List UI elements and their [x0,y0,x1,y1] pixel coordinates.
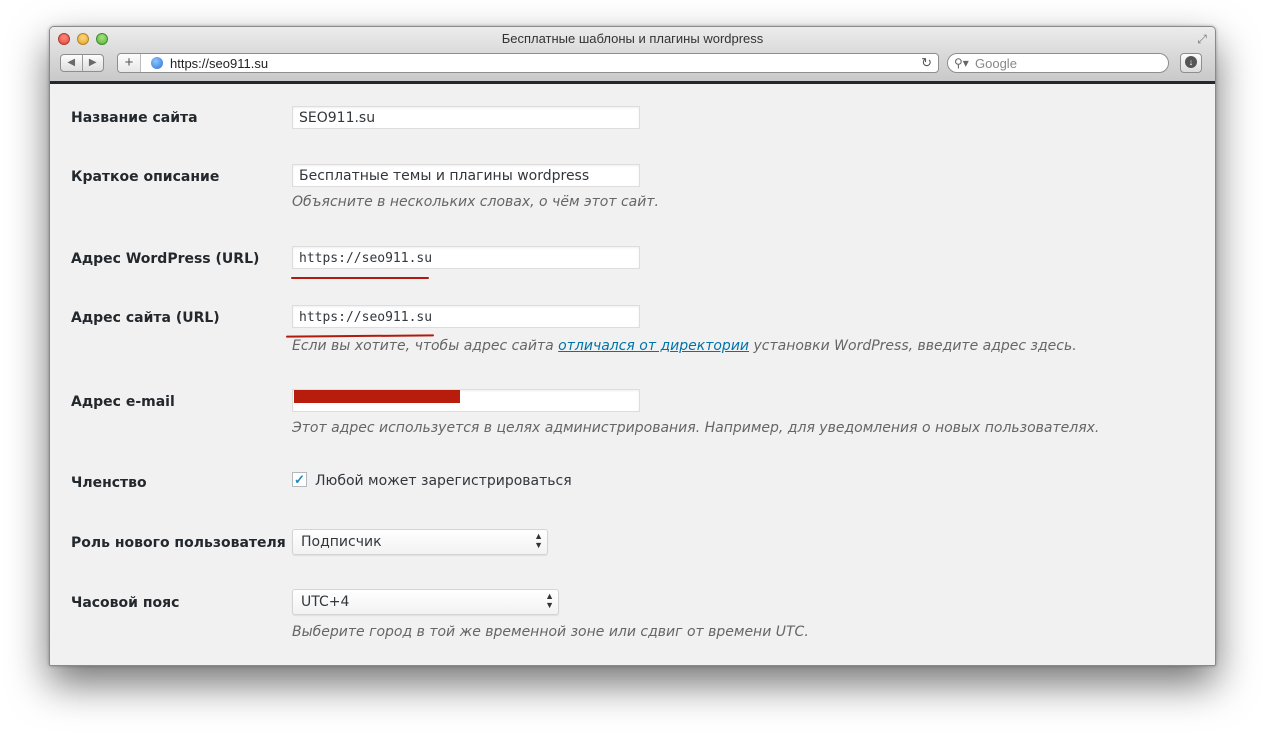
url-text[interactable]: https://seo911.su [170,55,268,72]
checkmark-icon: ✓ [294,472,305,487]
site-title-input[interactable]: SEO911.su [292,106,640,129]
email-label: Адрес e-mail [71,394,175,410]
tagline-value: Бесплатные темы и плагины wordpress [299,168,590,184]
settings-form: Название сайта SEO911.su Краткое описани… [50,84,1215,665]
wp-url-value: https://seo911.su [299,251,433,266]
site-url-description: Если вы хотите, чтобы адрес сайта отлича… [292,338,1077,354]
search-input[interactable]: ⚲▾ Google [947,53,1169,73]
timezone-value: UTC+4 [301,594,350,610]
browser-window: Бесплатные шаблоны и плагины wordpress ⤢… [49,26,1216,666]
membership-checkbox[interactable]: ✓ [292,472,307,487]
site-url-value: https://seo911.su [299,310,433,325]
search-icon: ⚲▾ [954,56,969,70]
tagline-input[interactable]: Бесплатные темы и плагины wordpress [292,164,640,187]
wp-url-input[interactable]: https://seo911.su [292,246,640,269]
membership-checkbox-label[interactable]: Любой может зарегистрироваться [315,473,572,489]
fullscreen-icon[interactable]: ⤢ [1195,32,1209,46]
site-url-desc-after: установки WordPress, введите адрес здесь… [749,338,1077,354]
nav-buttons: ◀ ▶ [60,54,104,72]
address-bar[interactable]: + https://seo911.su ↻ [117,53,939,73]
membership-label: Членство [71,475,147,491]
title-bar: Бесплатные шаблоны и плагины wordpress ⤢… [50,27,1215,82]
download-icon: ↓ [1185,56,1197,68]
site-url-label: Адрес сайта (URL) [71,310,220,326]
site-url-desc-before: Если вы хотите, чтобы адрес сайта [292,338,559,354]
wp-url-annotation-underline [291,277,429,279]
add-bookmark-button[interactable]: + [118,54,141,72]
timezone-select[interactable]: UTC+4 ▲ ▼ [292,589,559,615]
globe-icon [151,57,163,69]
search-placeholder: Google [975,56,1017,71]
downloads-button[interactable]: ↓ [1180,53,1202,73]
timezone-label: Часовой пояс [71,595,180,611]
email-description: Этот адрес используется в целях админист… [292,420,1100,436]
default-role-value: Подписчик [301,534,382,550]
site-title-value: SEO911.su [299,110,376,126]
email-redaction [294,390,460,403]
directory-help-link[interactable]: отличался от директории [558,338,749,354]
select-arrows-icon: ▲ ▼ [545,591,554,610]
wp-url-label: Адрес WordPress (URL) [71,251,260,267]
select-arrows-icon: ▲ ▼ [534,531,543,550]
reload-icon[interactable]: ↻ [921,54,932,72]
site-url-input[interactable]: https://seo911.su [292,305,640,328]
tagline-description: Объясните в нескольких словах, о чём это… [292,194,659,210]
forward-arrow-icon[interactable]: ▶ [81,55,104,71]
tagline-label: Краткое описание [71,169,220,185]
default-role-label: Роль нового пользователя [71,535,286,551]
site-title-label: Название сайта [71,110,198,126]
back-arrow-icon[interactable]: ◀ [61,55,82,71]
default-role-select[interactable]: Подписчик ▲ ▼ [292,529,548,555]
window-title: Бесплатные шаблоны и плагины wordpress [501,31,764,46]
timezone-description: Выберите город в той же временной зоне и… [292,624,809,640]
